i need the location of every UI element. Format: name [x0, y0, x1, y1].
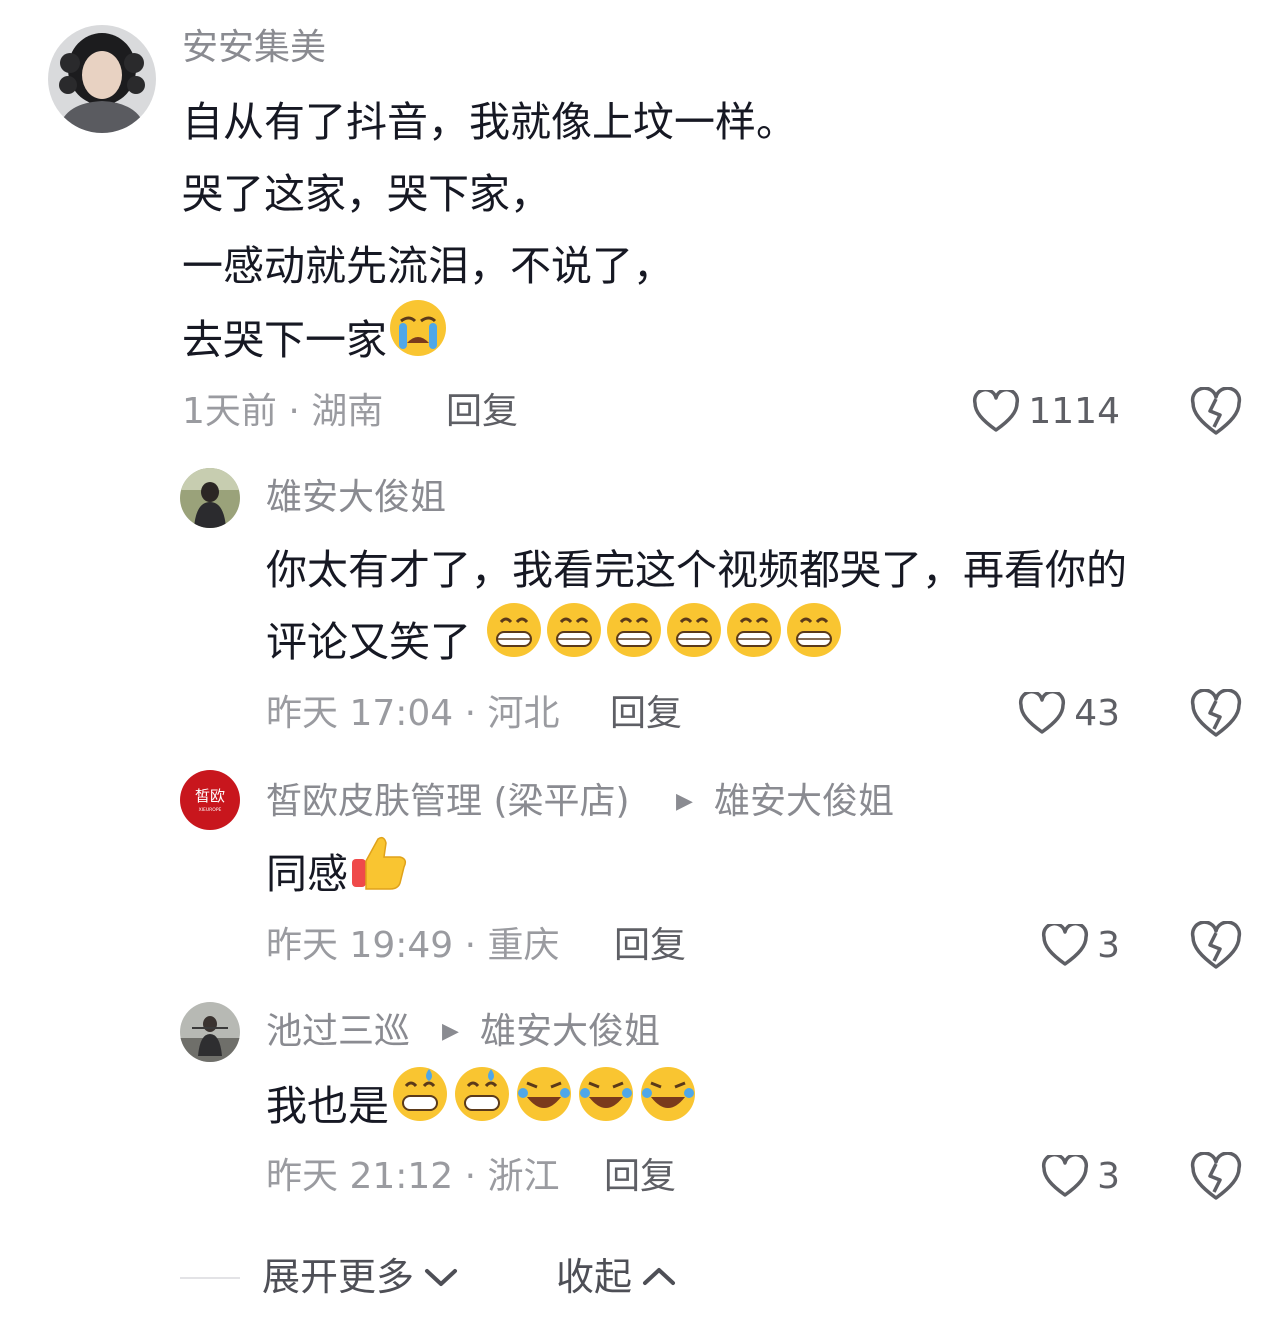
- dislike-button[interactable]: [1190, 920, 1242, 971]
- grinning-emoji: [784, 600, 844, 682]
- comment-meta: 1天前 · 湖南: [182, 391, 384, 432]
- loudly-crying-emoji: [387, 297, 449, 381]
- broken-heart-icon: [1190, 1151, 1242, 1200]
- dislike-button[interactable]: [1190, 688, 1242, 739]
- grinning-emoji: [544, 600, 604, 682]
- grinning-emoji: [664, 600, 724, 682]
- collapse-label: 收起: [556, 1255, 633, 1299]
- grinning-emoji: [604, 600, 664, 682]
- avatar[interactable]: [180, 1002, 240, 1062]
- reply-to-username[interactable]: 雄安大俊姐: [714, 780, 894, 824]
- like-button[interactable]: 43: [1018, 689, 1120, 739]
- comment-line: 你太有才了，我看完这个视频都哭了，再看你的: [266, 546, 1127, 594]
- like-count: 1114: [1028, 391, 1120, 432]
- grinning-emoji: [724, 600, 784, 682]
- chevron-down-icon: [425, 1269, 458, 1286]
- comment-line: 同感: [266, 836, 410, 915]
- grinning-emoji: [484, 600, 544, 682]
- comment-username[interactable]: 池过三巡: [266, 1010, 410, 1054]
- like-button[interactable]: 3: [1041, 1152, 1120, 1202]
- reply-arrow-icon: ▶: [442, 1019, 459, 1044]
- logo-text: 皙欧: [195, 787, 225, 805]
- reply-button[interactable]: 回复: [446, 390, 518, 434]
- rofl-emoji: [637, 1063, 699, 1147]
- comment-meta: 昨天 19:49 · 重庆: [266, 925, 560, 966]
- expand-more-label: 展开更多: [262, 1255, 415, 1299]
- avatar[interactable]: [48, 25, 156, 133]
- heart-icon: [1042, 1155, 1089, 1197]
- comment-username[interactable]: 安安集美: [182, 26, 326, 70]
- reply-button[interactable]: 回复: [604, 1155, 676, 1199]
- thumbs-up-emoji: [348, 831, 410, 915]
- avatar[interactable]: [180, 468, 240, 528]
- like-count: 3: [1097, 925, 1120, 966]
- comment-line: 哭了这家，哭下家，: [182, 170, 551, 218]
- heart-icon: [973, 390, 1020, 432]
- like-button[interactable]: 1114: [972, 387, 1120, 437]
- grinning-sweat-emoji: [451, 1063, 513, 1147]
- comment-line: 一感动就先流泪，不说了，: [182, 242, 674, 290]
- broken-heart-icon: [1190, 688, 1242, 737]
- avatar[interactable]: 皙欧 XIEUROPE: [180, 770, 240, 830]
- heart-icon: [1042, 924, 1089, 966]
- reply-button[interactable]: 回复: [614, 924, 686, 968]
- heart-icon: [1019, 692, 1066, 734]
- like-button[interactable]: 3: [1041, 921, 1120, 971]
- comment-meta: 昨天 21:12 · 浙江: [266, 1156, 560, 1197]
- expand-more-button[interactable]: 展开更多: [262, 1252, 458, 1302]
- like-count: 3: [1097, 1156, 1120, 1197]
- comment-line: 我也是: [266, 1067, 699, 1147]
- broken-heart-icon: [1190, 920, 1242, 969]
- rofl-emoji: [513, 1063, 575, 1147]
- dislike-button[interactable]: [1190, 386, 1242, 437]
- comment-line: 评论又笑了: [266, 603, 844, 682]
- comment-username[interactable]: 皙欧皮肤管理 (梁平店): [266, 780, 630, 824]
- dislike-button[interactable]: [1190, 1151, 1242, 1202]
- collapse-button[interactable]: 收起: [556, 1252, 676, 1302]
- broken-heart-icon: [1190, 386, 1242, 435]
- reply-button[interactable]: 回复: [610, 692, 682, 736]
- rofl-emoji: [575, 1063, 637, 1147]
- comment-meta: 昨天 17:04 · 河北: [266, 693, 560, 734]
- divider: [180, 1277, 240, 1279]
- reply-arrow-icon: ▶: [676, 789, 693, 814]
- logo-subtext: XIEUROPE: [199, 807, 222, 813]
- like-count: 43: [1074, 693, 1120, 734]
- comment-line: 去哭下一家: [182, 300, 449, 381]
- grinning-sweat-emoji: [389, 1063, 451, 1147]
- comment-username[interactable]: 雄安大俊姐: [266, 476, 446, 520]
- reply-to-username[interactable]: 雄安大俊姐: [480, 1010, 660, 1054]
- chevron-up-icon: [643, 1268, 676, 1285]
- comment-line: 自从有了抖音，我就像上坟一样。: [182, 98, 797, 146]
